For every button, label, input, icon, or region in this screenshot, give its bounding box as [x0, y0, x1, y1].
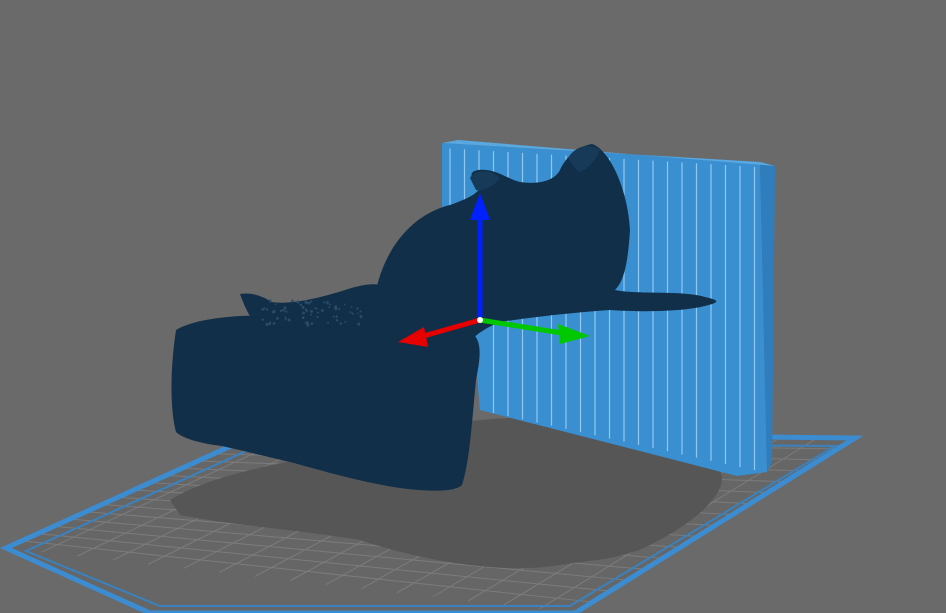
texture-speck — [261, 318, 265, 321]
texture-speck — [304, 308, 308, 312]
texture-speck — [335, 315, 338, 318]
texture-speck — [291, 299, 294, 303]
texture-speck — [269, 300, 272, 303]
texture-speck — [307, 301, 311, 305]
texture-speck — [274, 303, 277, 306]
texture-speck — [310, 309, 314, 313]
texture-speck — [285, 310, 288, 313]
texture-speck — [296, 300, 300, 304]
gizmo-origin[interactable] — [477, 317, 483, 323]
texture-speck — [356, 307, 359, 310]
texture-speck — [309, 300, 312, 303]
texture-speck — [351, 312, 354, 315]
texture-speck — [328, 303, 331, 306]
texture-speck — [279, 309, 283, 313]
texture-speck — [310, 313, 312, 316]
texture-speck — [349, 311, 352, 314]
texture-speck — [328, 306, 331, 309]
texture-speck — [326, 302, 329, 305]
texture-speck — [335, 319, 339, 322]
texture-speck — [276, 317, 279, 320]
texture-speck — [338, 308, 341, 311]
texture-speck — [282, 308, 285, 312]
texture-speck — [357, 312, 359, 315]
texture-speck — [305, 321, 308, 325]
texture-speck — [339, 322, 342, 326]
texture-speck — [287, 318, 291, 322]
texture-speck — [313, 307, 316, 310]
texture-speck — [272, 322, 276, 325]
texture-speck — [315, 307, 318, 310]
texture-speck — [302, 311, 305, 315]
texture-speck — [304, 300, 308, 304]
texture-speck — [320, 309, 324, 312]
texture-speck — [301, 305, 305, 309]
texture-speck — [299, 303, 303, 307]
texture-speck — [284, 316, 287, 319]
texture-speck — [316, 315, 319, 319]
3d-viewport[interactable] — [0, 0, 946, 613]
texture-speck — [261, 308, 264, 311]
texture-speck — [310, 322, 314, 325]
texture-speck — [359, 310, 362, 313]
texture-speck — [350, 306, 353, 308]
texture-speck — [301, 316, 305, 320]
texture-speck — [317, 311, 319, 314]
texture-speck — [271, 311, 275, 314]
texture-speck — [327, 321, 330, 324]
texture-speck — [357, 322, 361, 326]
texture-speck — [344, 303, 346, 306]
texture-speck — [265, 322, 269, 326]
model-left-fin[interactable] — [240, 284, 380, 328]
texture-speck — [323, 301, 326, 304]
texture-speck — [334, 307, 338, 311]
viewport-canvas[interactable] — [0, 0, 946, 613]
texture-speck — [344, 321, 346, 323]
texture-speck — [268, 323, 271, 326]
texture-speck — [332, 315, 335, 318]
texture-speck — [265, 308, 269, 311]
texture-speck — [283, 306, 287, 310]
texture-speck — [360, 316, 362, 319]
texture-speck — [284, 318, 287, 321]
